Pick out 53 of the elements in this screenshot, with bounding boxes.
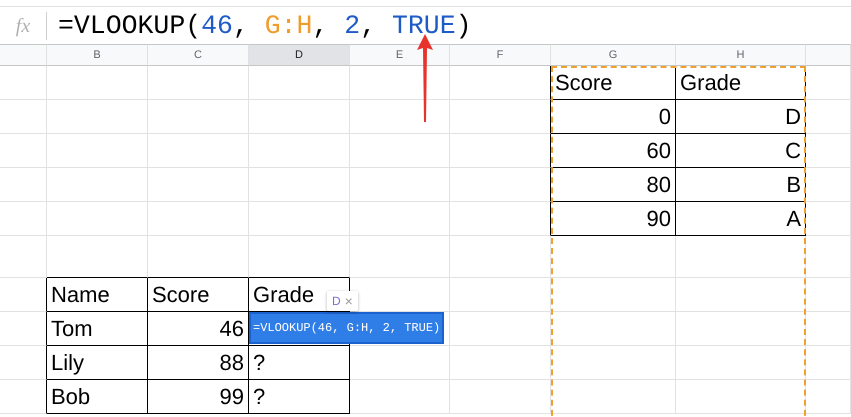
empty-cell xyxy=(0,168,47,202)
empty-cell xyxy=(806,380,851,414)
table-cell: C xyxy=(676,134,806,168)
column-header[interactable]: E xyxy=(350,44,450,66)
corner-header[interactable] xyxy=(0,44,47,66)
empty-cell xyxy=(806,100,851,134)
column-header[interactable]: D xyxy=(249,44,350,66)
empty-cell xyxy=(806,346,851,380)
column-header[interactable]: C xyxy=(148,44,249,66)
empty-cell xyxy=(806,168,851,202)
column-header[interactable]: G xyxy=(551,44,676,66)
table-cell: D xyxy=(676,100,806,134)
empty-cell xyxy=(0,346,47,380)
table-cell: 99 xyxy=(148,380,249,414)
column-header[interactable] xyxy=(806,44,851,66)
empty-cell xyxy=(806,312,851,346)
header-cell: Score xyxy=(551,66,676,100)
empty-cell xyxy=(0,380,47,414)
empty-cell xyxy=(0,134,47,168)
empty-cell xyxy=(0,312,47,346)
formula-field[interactable]: =VLOOKUP(46, G:H, 2, TRUE) xyxy=(47,10,472,40)
column-header[interactable]: F xyxy=(450,44,551,66)
empty-cell xyxy=(0,66,47,100)
table-cell: Bob xyxy=(47,380,148,414)
table-cell: 88 xyxy=(148,346,249,380)
cell-editor[interactable]: =VLOOKUP(46, G:H, 2, TRUE) xyxy=(249,312,444,344)
table-cell: 80 xyxy=(551,168,676,202)
table-cell: A xyxy=(676,202,806,236)
table-cell: Tom xyxy=(47,312,148,346)
table-cell: 0 xyxy=(551,100,676,134)
column-header[interactable]: B xyxy=(47,44,148,66)
empty-cell xyxy=(0,236,47,278)
empty-cell xyxy=(806,134,851,168)
header-cell: Grade xyxy=(676,66,806,100)
empty-cell xyxy=(806,202,851,236)
table-cell: ? xyxy=(249,380,350,414)
empty-cell xyxy=(0,278,47,312)
empty-cell xyxy=(806,236,851,278)
table-cell: Lily xyxy=(47,346,148,380)
fx-label: fx xyxy=(0,12,47,40)
table-cell: 90 xyxy=(551,202,676,236)
empty-cell xyxy=(806,66,851,100)
header-cell: Score xyxy=(148,278,249,312)
table-cell: B xyxy=(676,168,806,202)
header-cell: Name xyxy=(47,278,148,312)
empty-cell xyxy=(806,278,851,312)
arrow-icon xyxy=(417,34,433,122)
column-header[interactable]: H xyxy=(676,44,806,66)
empty-cell xyxy=(0,202,47,236)
empty-cell xyxy=(0,100,47,134)
table-cell: ? xyxy=(249,346,350,380)
table-cell: 60 xyxy=(551,134,676,168)
hint-text: D xyxy=(332,294,341,308)
